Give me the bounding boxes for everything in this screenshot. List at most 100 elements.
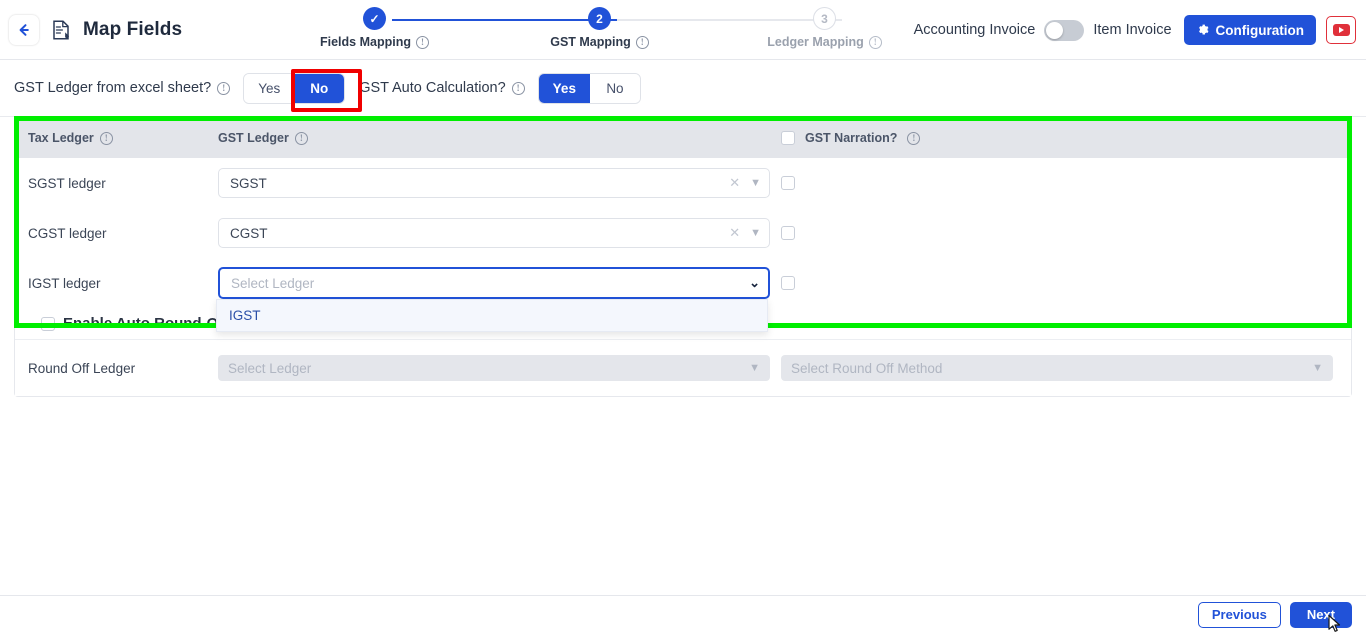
chevron-down-icon: ▼ xyxy=(1312,362,1323,374)
step-3-marker: 3 xyxy=(813,7,836,30)
sgst-ledger-value: SGST xyxy=(230,175,267,191)
chevron-down-icon[interactable]: ⌄ xyxy=(749,275,760,291)
table-row: SGST ledger SGST ✕ ▼ xyxy=(15,158,1351,208)
gst-ledger-question-wrap: GST Ledger from excel sheet? ! xyxy=(14,80,231,96)
step-2-label: GST Mapping xyxy=(550,35,631,49)
toggle-knob xyxy=(1046,21,1064,39)
cgst-narration-checkbox[interactable] xyxy=(781,226,795,240)
header-actions: Accounting Invoice Item Invoice Configur… xyxy=(914,0,1356,60)
next-button[interactable]: Next xyxy=(1289,601,1352,628)
gst-ledger-question: GST Ledger from excel sheet? xyxy=(14,80,212,96)
cgst-narration-cell xyxy=(781,226,795,240)
arrow-left-icon xyxy=(19,23,29,36)
info-icon[interactable]: ! xyxy=(511,81,525,95)
roundoff-method-select: Select Round Off Method ▼ xyxy=(781,355,1333,381)
igst-ledger-placeholder: Select Ledger xyxy=(231,275,315,291)
gst-options-row: GST Ledger from excel sheet? ! Yes No GS… xyxy=(0,60,1366,117)
page-title: Map Fields xyxy=(83,18,183,40)
gst-mapping-card: Tax Ledger ! GST Ledger ! GST Narration?… xyxy=(14,117,1352,397)
cgst-ledger-select[interactable]: CGST ✕ ▼ xyxy=(218,218,770,248)
roundoff-ledger-select: Select Ledger ▼ xyxy=(218,355,770,381)
back-button[interactable] xyxy=(9,14,39,45)
row-label-cgst: CGST ledger xyxy=(28,225,107,241)
previous-button[interactable]: Previous xyxy=(1197,601,1281,628)
info-icon[interactable]: ! xyxy=(294,131,308,145)
step-1-label-wrap: Fields Mapping ! xyxy=(320,35,429,49)
sgst-narration-cell xyxy=(781,176,795,190)
info-icon[interactable]: ! xyxy=(217,81,231,95)
step-2-label-wrap: GST Mapping ! xyxy=(550,35,649,49)
info-icon[interactable]: ! xyxy=(99,131,113,145)
row-label-igst: IGST ledger xyxy=(28,275,101,291)
igst-ledger-select[interactable]: Select Ledger ⌄ xyxy=(218,267,770,299)
configuration-label: Configuration xyxy=(1215,22,1304,38)
gst-ledger-no-button[interactable]: No xyxy=(294,73,345,103)
step-3-label-wrap: Ledger Mapping ! xyxy=(767,35,882,49)
enable-auto-roundoff-checkbox[interactable] xyxy=(41,316,55,331)
chevron-down-icon[interactable]: ▼ xyxy=(750,177,761,189)
sgst-ledger-select[interactable]: SGST ✕ ▼ xyxy=(218,168,770,198)
clear-icon[interactable]: ✕ xyxy=(729,175,740,191)
gst-ledger-toggle-group: Yes No xyxy=(243,72,346,104)
column-header-gst-narration: GST Narration? ! xyxy=(781,131,921,145)
igst-ledger-select-wrap: Select Ledger ⌄ xyxy=(218,267,781,299)
gst-ledger-yes-button[interactable]: Yes xyxy=(244,73,295,103)
document-edit-icon xyxy=(51,19,72,41)
cgst-ledger-value: CGST xyxy=(230,225,268,241)
item-invoice-label: Item Invoice xyxy=(1093,22,1172,38)
gst-narration-select-all-checkbox[interactable] xyxy=(781,131,795,145)
chevron-down-icon: ▼ xyxy=(749,362,760,374)
gst-auto-toggle-group: Yes No xyxy=(537,72,641,104)
configuration-button[interactable]: Configuration xyxy=(1183,15,1316,45)
column-header-tax-ledger: Tax Ledger ! xyxy=(15,131,218,145)
sgst-ledger-select-wrap: SGST ✕ ▼ xyxy=(218,168,781,198)
info-icon[interactable]: ! xyxy=(415,35,429,49)
stepper-connector-2 xyxy=(617,18,842,21)
row-label-sgst: SGST ledger xyxy=(28,175,106,191)
gst-auto-question-wrap: GST Auto Calculation? ! xyxy=(359,80,525,96)
dropdown-option-igst[interactable]: IGST xyxy=(217,300,767,331)
step-fields-mapping[interactable]: ✓ Fields Mapping ! xyxy=(262,0,487,49)
step-ledger-mapping[interactable]: 3 Ledger Mapping ! xyxy=(712,0,937,49)
roundoff-ledger-placeholder: Select Ledger xyxy=(228,360,312,376)
gst-narration-header-label: GST Narration? xyxy=(805,131,898,145)
wizard-stepper: ✓ Fields Mapping ! 2 GST Mapping ! 3 Led… xyxy=(262,0,937,60)
info-icon[interactable]: ! xyxy=(635,35,649,49)
igst-ledger-dropdown-menu: IGST xyxy=(216,299,768,332)
chevron-down-icon[interactable]: ▼ xyxy=(750,227,761,239)
column-header-gst-ledger: GST Ledger ! xyxy=(218,131,781,145)
igst-narration-checkbox[interactable] xyxy=(781,276,795,290)
invoice-type-toggle[interactable] xyxy=(1044,19,1085,41)
roundoff-ledger-label: Round Off Ledger xyxy=(28,360,136,376)
roundoff-method-placeholder: Select Round Off Method xyxy=(791,360,943,376)
step-1-marker: ✓ xyxy=(363,7,386,30)
accounting-invoice-label: Accounting Invoice xyxy=(913,22,1036,38)
info-icon[interactable]: ! xyxy=(907,131,921,145)
roundoff-ledger-select-wrap: Select Ledger ▼ xyxy=(218,355,781,381)
table-row: CGST ledger CGST ✕ ▼ xyxy=(15,208,1351,258)
gear-icon xyxy=(1198,24,1209,35)
roundoff-method-select-wrap: Select Round Off Method ▼ xyxy=(781,355,1344,381)
stepper-connector-1 xyxy=(392,18,617,21)
wizard-footer: Previous Next xyxy=(0,595,1366,633)
tax-ledger-header-label: Tax Ledger xyxy=(28,131,94,145)
step-1-label: Fields Mapping xyxy=(320,35,411,49)
roundoff-ledger-row: Round Off Ledger Select Ledger ▼ Select … xyxy=(15,340,1351,396)
step-gst-mapping[interactable]: 2 GST Mapping ! xyxy=(487,0,712,49)
youtube-icon xyxy=(1332,24,1350,36)
gst-auto-yes-button[interactable]: Yes xyxy=(538,73,590,103)
app-header: Map Fields ✓ Fields Mapping ! 2 GST Mapp… xyxy=(0,0,1366,60)
igst-narration-cell xyxy=(781,276,795,290)
info-icon[interactable]: ! xyxy=(868,35,882,49)
enable-auto-roundoff-label: Enable Auto Round-Off. xyxy=(63,315,233,332)
step-3-label: Ledger Mapping xyxy=(767,35,864,49)
youtube-help-button[interactable] xyxy=(1326,16,1356,44)
gst-auto-no-button[interactable]: No xyxy=(589,73,640,103)
gst-ledger-header-label: GST Ledger xyxy=(218,131,289,145)
gst-auto-question: GST Auto Calculation? xyxy=(359,80,506,96)
cgst-ledger-select-wrap: CGST ✕ ▼ xyxy=(218,218,781,248)
table-header-row: Tax Ledger ! GST Ledger ! GST Narration?… xyxy=(15,118,1351,158)
step-2-marker: 2 xyxy=(588,7,611,30)
clear-icon[interactable]: ✕ xyxy=(729,225,740,241)
sgst-narration-checkbox[interactable] xyxy=(781,176,795,190)
